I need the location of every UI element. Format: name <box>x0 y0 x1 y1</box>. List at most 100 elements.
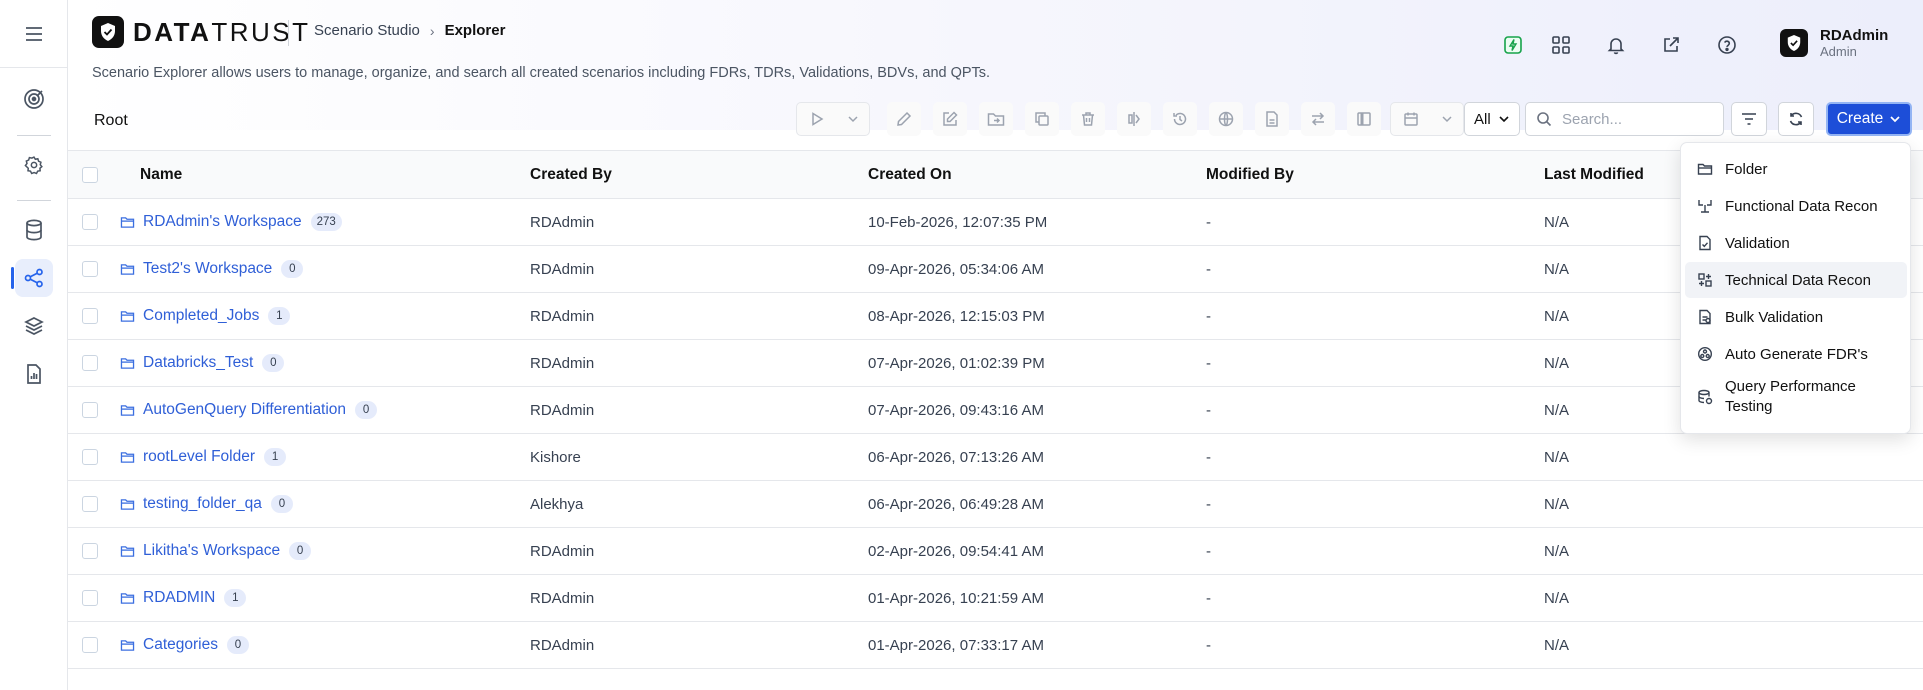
folder-icon <box>120 216 135 229</box>
select-all-checkbox[interactable] <box>82 166 98 183</box>
folder-name-link[interactable]: AutoGenQuery Differentiation <box>143 401 346 419</box>
folder-name-link[interactable]: Categories <box>143 636 218 654</box>
history-button[interactable] <box>1163 102 1197 136</box>
column-header-created-on[interactable]: Created On <box>868 151 952 198</box>
row-checkbox[interactable] <box>82 402 98 418</box>
table-row[interactable]: rootLevel Folder 1 Kishore 06-Apr-2026, 07:… <box>68 434 1923 481</box>
table-row[interactable]: Test2's Workspace 0 RDAdmin 09-Apr-2026, 05… <box>68 246 1923 293</box>
table-row[interactable]: RDADMIN 1 RDAdmin 01-Apr-2026, 10:21:59 AM -… <box>68 575 1923 622</box>
row-checkbox[interactable] <box>82 590 98 606</box>
globe-button[interactable] <box>1209 102 1243 136</box>
database-icon <box>26 219 42 241</box>
nav-settings-button[interactable] <box>15 146 53 184</box>
item-count-badge: 0 <box>270 495 293 513</box>
nav-layers-button[interactable] <box>15 307 53 345</box>
folder-name-link[interactable]: Completed_Jobs <box>143 307 259 325</box>
table-body: RDAdmin's Workspace 273 RDAdmin 10-Feb-2026… <box>68 199 1923 669</box>
column-header-name[interactable]: Name <box>140 151 182 198</box>
folder-icon <box>120 263 135 276</box>
delete-button[interactable] <box>1071 102 1105 136</box>
menu-item-label: Auto Generate FDR's <box>1725 345 1868 363</box>
menu-item-folder[interactable]: Folder <box>1685 151 1907 187</box>
edit-details-button[interactable] <box>933 102 967 136</box>
table-row[interactable]: Categories 0 RDAdmin 01-Apr-2026, 07:33:17 … <box>68 622 1923 669</box>
search-icon <box>1537 112 1552 127</box>
run-split-button[interactable] <box>796 102 870 136</box>
create-button-label: Create <box>1836 110 1884 127</box>
panel-toggle-button[interactable] <box>1347 102 1381 136</box>
row-checkbox[interactable] <box>82 214 98 230</box>
row-checkbox[interactable] <box>82 355 98 371</box>
table-row[interactable]: Likitha's Workspace 0 RDAdmin 02-Apr-2026, … <box>68 528 1923 575</box>
nav-reports-button[interactable] <box>15 355 53 393</box>
row-checkbox[interactable] <box>82 449 98 465</box>
cell-created-on: 10-Feb-2026, 12:07:35 PM <box>868 213 1048 231</box>
hamburger-menu-button[interactable] <box>0 0 68 68</box>
nav-scenario-explorer-button[interactable] <box>11 259 53 297</box>
folder-name-link[interactable]: rootLevel Folder <box>143 448 255 466</box>
document-button[interactable] <box>1255 102 1289 136</box>
cell-modified-by: - <box>1206 307 1211 325</box>
explorer-toolbar: Root All Create <box>68 100 1923 150</box>
table-row[interactable]: Completed_Jobs 1 RDAdmin 08-Apr-2026, 12:15… <box>68 293 1923 340</box>
panel-icon <box>1357 112 1371 126</box>
table-row[interactable]: Databricks_Test 0 RDAdmin 07-Apr-2026, 01:0… <box>68 340 1923 387</box>
refresh-button[interactable] <box>1778 102 1814 136</box>
menu-item-technical-data-recon[interactable]: Technical Data Recon <box>1685 262 1907 298</box>
nav-database-button[interactable] <box>15 211 53 249</box>
table-row[interactable]: testing_folder_qa 0 Alekhya 06-Apr-2026, 06… <box>68 481 1923 528</box>
menu-item-validation[interactable]: Validation <box>1685 225 1907 261</box>
folder-move-icon <box>987 113 1005 126</box>
folder-name-link[interactable]: RDADMIN <box>143 589 215 607</box>
folder-name-link[interactable]: Test2's Workspace <box>143 260 272 278</box>
open-external-button[interactable] <box>1658 32 1684 58</box>
user-profile[interactable]: RDAdmin Admin <box>1780 27 1888 59</box>
menu-item-query-performance-testing[interactable]: Query Performance Testing <box>1685 373 1907 421</box>
play-icon[interactable] <box>797 111 837 127</box>
menu-item-auto-generate-fdrs[interactable]: Auto Generate FDR's <box>1685 336 1907 372</box>
folder-name-link[interactable]: RDAdmin's Workspace <box>143 213 302 231</box>
menu-item-functional-data-recon[interactable]: Functional Data Recon <box>1685 188 1907 224</box>
edit-square-icon <box>943 111 958 126</box>
transfer-button[interactable] <box>1301 102 1335 136</box>
row-checkbox[interactable] <box>82 637 98 653</box>
chevron-down-icon[interactable] <box>837 113 869 125</box>
query-performance-icon <box>1698 389 1713 405</box>
transfer-icon <box>1311 112 1325 126</box>
compare-button[interactable] <box>1117 102 1151 136</box>
table-row[interactable]: AutoGenQuery Differentiation 0 RDAdmin 07-A… <box>68 387 1923 434</box>
chevron-down-icon[interactable] <box>1431 113 1463 125</box>
folder-name-link[interactable]: testing_folder_qa <box>143 495 262 513</box>
table-row[interactable]: RDAdmin's Workspace 273 RDAdmin 10-Feb-2026… <box>68 199 1923 246</box>
folder-icon <box>120 310 135 323</box>
search-box[interactable] <box>1525 102 1724 136</box>
row-checkbox[interactable] <box>82 496 98 512</box>
help-button[interactable] <box>1714 32 1740 58</box>
row-checkbox[interactable] <box>82 261 98 277</box>
calendar-icon[interactable] <box>1391 111 1431 127</box>
folder-name-link[interactable]: Likitha's Workspace <box>143 542 280 560</box>
folder-icon <box>120 639 135 652</box>
brand-logo[interactable]: DATATRUST <box>92 16 311 48</box>
column-header-modified-by[interactable]: Modified By <box>1206 151 1294 198</box>
schedule-split-button[interactable] <box>1390 102 1464 136</box>
apps-grid-icon <box>1552 36 1570 54</box>
copy-button[interactable] <box>1025 102 1059 136</box>
edit-button[interactable] <box>887 102 921 136</box>
breadcrumb-scenario-studio[interactable]: Scenario Studio <box>314 22 420 39</box>
row-checkbox[interactable] <box>82 308 98 324</box>
nav-target-button[interactable] <box>15 80 53 118</box>
row-checkbox[interactable] <box>82 543 98 559</box>
notifications-button[interactable] <box>1603 32 1629 58</box>
apps-grid-button[interactable] <box>1548 32 1574 58</box>
column-header-last-modified[interactable]: Last Modified <box>1544 151 1644 198</box>
menu-item-bulk-validation[interactable]: Bulk Validation <box>1685 299 1907 335</box>
type-filter-select[interactable]: All <box>1464 102 1520 136</box>
filter-button[interactable] <box>1731 102 1767 136</box>
create-button[interactable]: Create <box>1826 102 1912 136</box>
search-input[interactable] <box>1560 109 1710 129</box>
column-header-created-by[interactable]: Created By <box>530 151 612 198</box>
folder-name-link[interactable]: Databricks_Test <box>143 354 253 372</box>
move-to-folder-button[interactable] <box>979 102 1013 136</box>
activity-button[interactable] <box>1500 32 1526 58</box>
